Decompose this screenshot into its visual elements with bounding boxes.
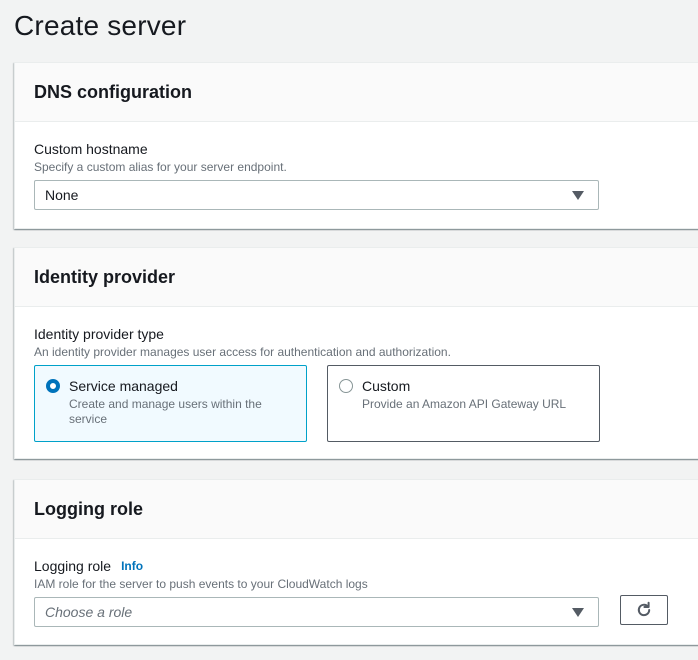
service-managed-radio[interactable]	[46, 379, 60, 393]
refresh-icon	[637, 601, 651, 617]
identity-provider-header: Identity provider	[15, 248, 698, 307]
logging-role-label-row: Logging role Info	[34, 557, 694, 575]
custom-hostname-label: Custom hostname	[34, 141, 148, 157]
service-managed-description: Create and manage users within the servi…	[69, 397, 262, 426]
identity-provider-panel: Identity provider Identity provider type…	[14, 247, 698, 459]
page-title: Create server	[14, 10, 187, 41]
caret-down-icon	[572, 191, 584, 200]
custom-provider-description: Provide an Amazon API Gateway URL	[362, 397, 567, 411]
service-managed-title: Service managed	[69, 378, 178, 394]
logging-role-select[interactable]: Choose a role	[34, 597, 599, 627]
service-managed-tile[interactable]: Service managed Create and manage users …	[34, 365, 307, 442]
logging-role-body: Logging role Info IAM role for the serve…	[15, 539, 698, 627]
identity-provider-type-label: Identity provider type	[34, 326, 164, 342]
custom-hostname-value: None	[45, 187, 79, 203]
logging-role-description: IAM role for the server to push events t…	[34, 577, 368, 591]
identity-provider-tiles: Service managed Create and manage users …	[34, 365, 694, 442]
identity-provider-type-description: An identity provider manages user access…	[34, 345, 451, 359]
identity-provider-body: Identity provider type An identity provi…	[15, 307, 698, 442]
dns-configuration-header: DNS configuration	[15, 63, 698, 122]
logging-role-label: Logging role	[34, 558, 112, 574]
custom-provider-tile[interactable]: Custom Provide an Amazon API Gateway URL	[327, 365, 600, 442]
custom-hostname-select[interactable]: None	[34, 180, 599, 210]
dns-configuration-panel: DNS configuration Custom hostname Specif…	[14, 62, 698, 229]
caret-down-icon	[572, 608, 584, 617]
logging-role-panel: Logging role Logging role Info IAM role …	[14, 479, 698, 645]
custom-provider-title: Custom	[362, 378, 411, 394]
refresh-button[interactable]	[620, 595, 668, 625]
dns-configuration-body: Custom hostname Specify a custom alias f…	[15, 122, 698, 210]
info-link[interactable]: Info	[121, 557, 143, 575]
logging-role-header: Logging role	[15, 480, 698, 539]
custom-provider-radio[interactable]	[339, 379, 353, 393]
custom-hostname-description: Specify a custom alias for your server e…	[34, 160, 287, 174]
logging-role-placeholder: Choose a role	[45, 604, 133, 620]
